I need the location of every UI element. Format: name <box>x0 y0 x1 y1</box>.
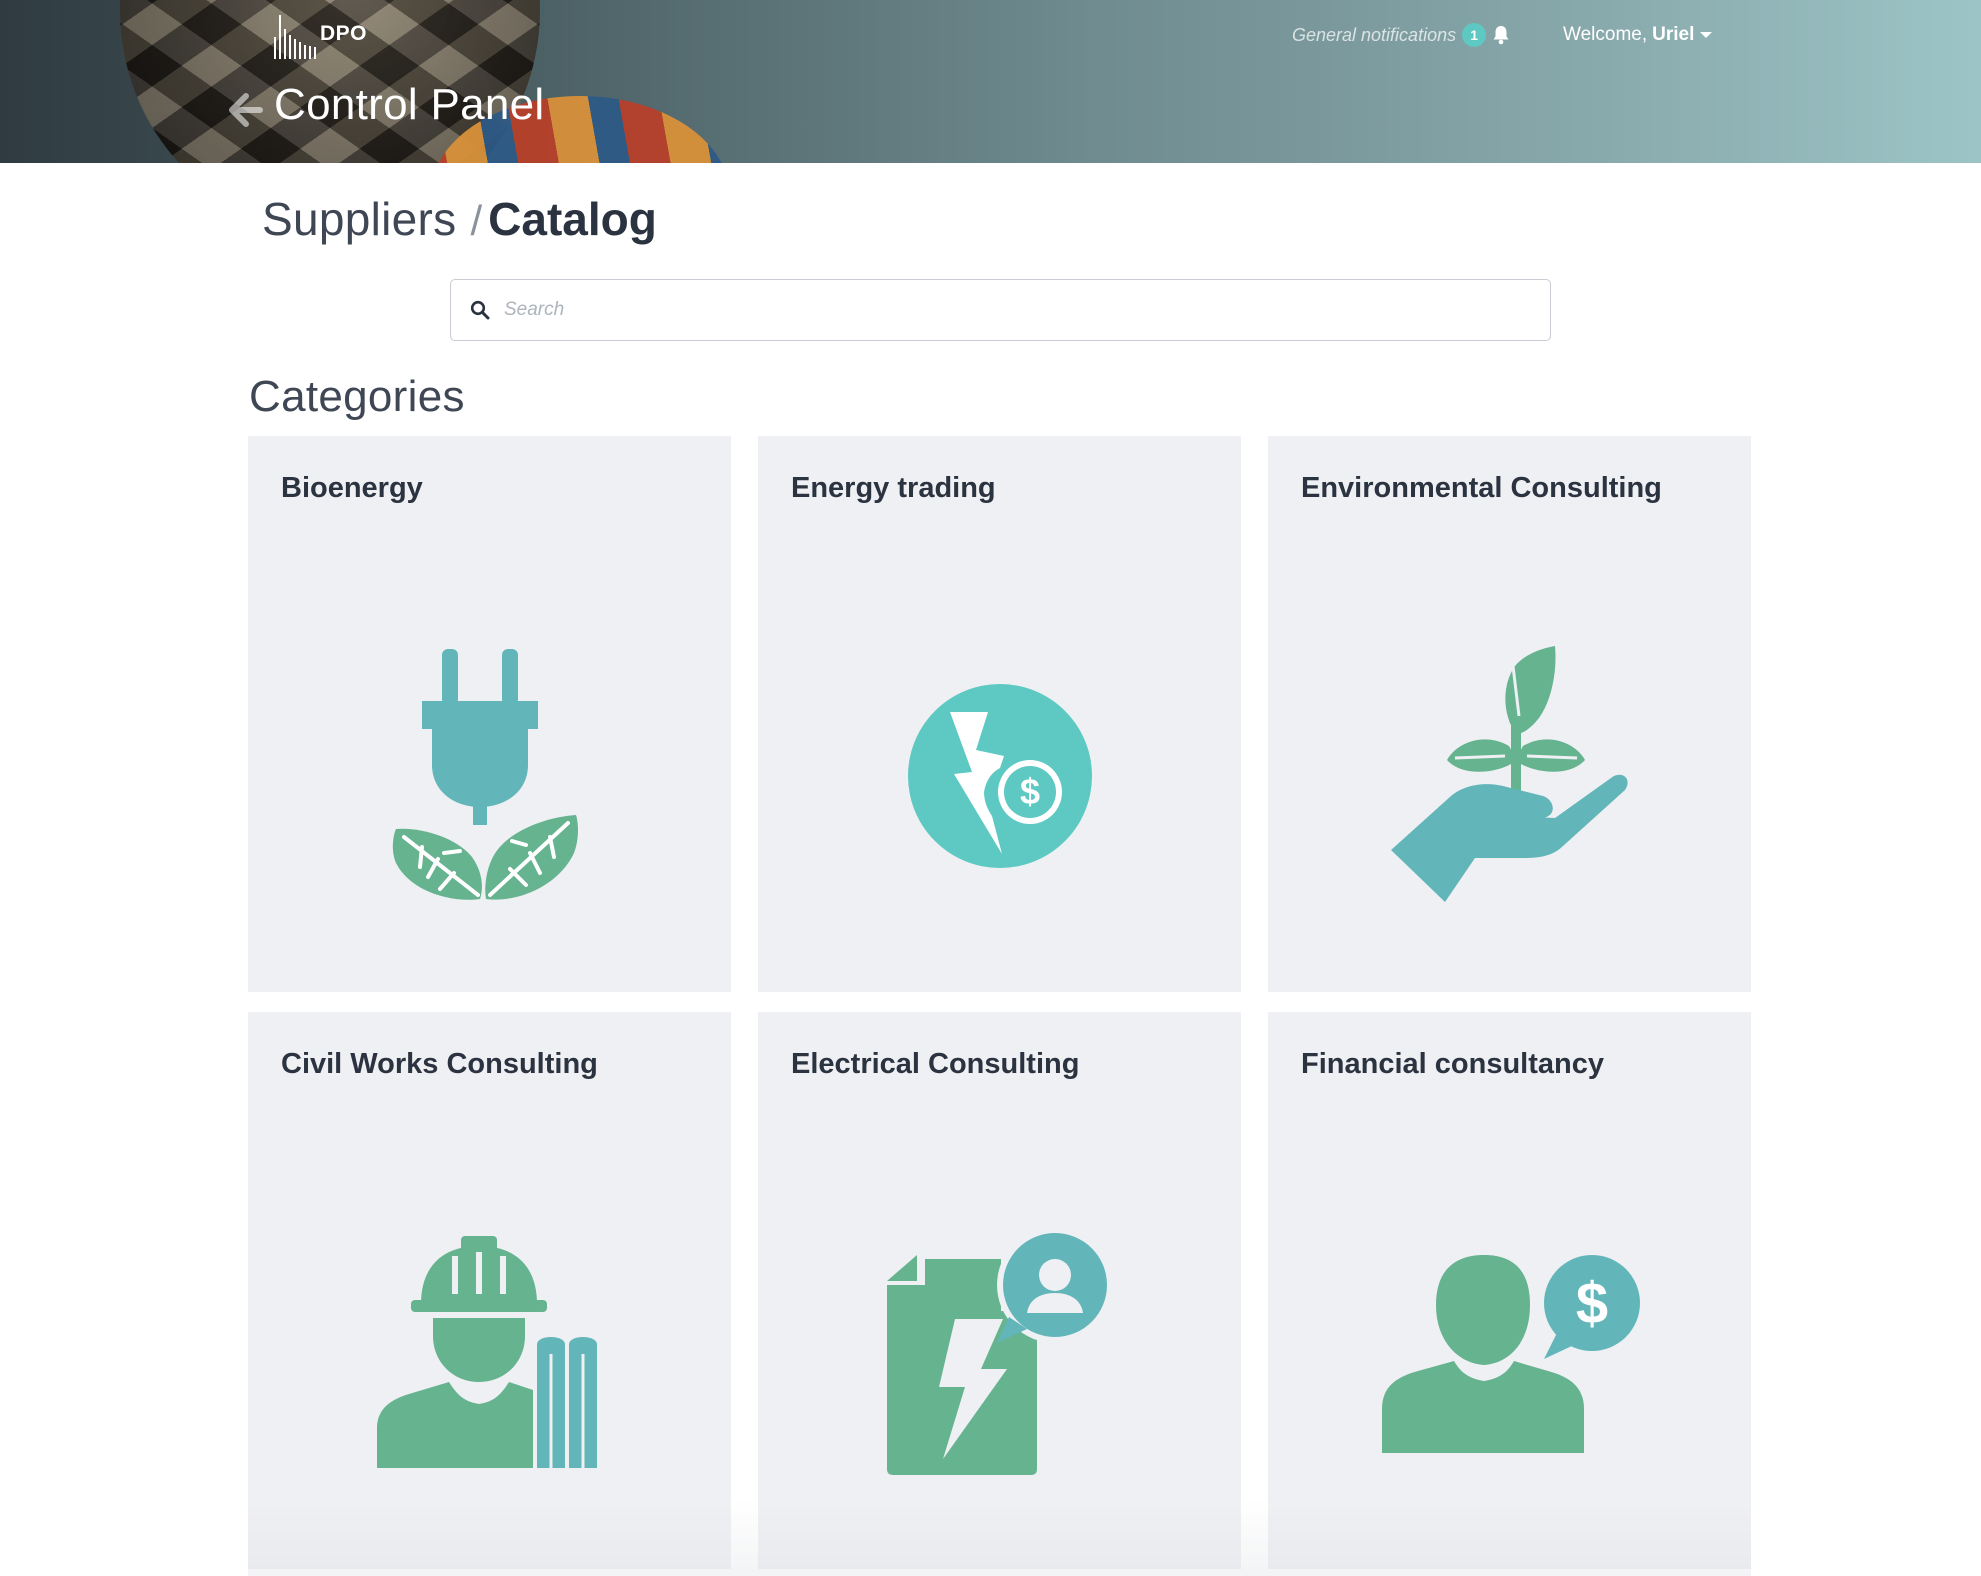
breadcrumb-catalog: Catalog <box>488 193 657 245</box>
bell-icon[interactable] <box>1492 25 1510 45</box>
user-name: Uriel <box>1652 24 1695 45</box>
category-card-civil-works-consulting[interactable]: Civil Works Consulting <box>248 1012 731 1569</box>
category-card-energy-trading[interactable]: Energy trading $ <box>758 436 1241 992</box>
search-box[interactable] <box>450 279 1551 341</box>
page-header-title: Control Panel <box>274 80 545 129</box>
svg-text:$: $ <box>1019 771 1039 812</box>
category-title: Electrical Consulting <box>791 1048 1080 1080</box>
back-arrow-icon[interactable] <box>224 90 264 130</box>
search-input[interactable] <box>504 299 1524 321</box>
dpo-logo[interactable]: DPO <box>274 8 367 60</box>
category-card-electrical-consulting[interactable]: Electrical Consulting <box>758 1012 1241 1569</box>
notifications-label: General notifications <box>1292 24 1457 45</box>
category-title: Energy trading <box>791 472 996 504</box>
lightning-dollar-icon: $ <box>907 684 1092 868</box>
category-title: Financial consultancy <box>1301 1048 1604 1080</box>
general-notifications[interactable]: General notifications 1 <box>1292 20 1510 50</box>
logo-text: DPO <box>320 22 368 45</box>
electric-document-user-icon <box>886 1227 1113 1475</box>
plug-leaves-icon <box>392 649 578 900</box>
hand-sprout-icon <box>1390 646 1628 902</box>
categories-heading: Categories <box>249 372 465 421</box>
category-card-financial-consultancy[interactable]: Financial consultancy $ <box>1268 1012 1751 1569</box>
notifications-count-badge: 1 <box>1462 23 1487 47</box>
logo-bars-icon <box>274 9 316 59</box>
search-icon <box>470 300 490 320</box>
user-menu-dropdown[interactable]: Welcome, Uriel <box>1563 20 1713 50</box>
breadcrumb-separator: / <box>470 197 483 244</box>
category-title: Civil Works Consulting <box>281 1048 598 1080</box>
breadcrumb: Suppliers / Catalog <box>262 192 657 246</box>
category-title: Bioenergy <box>281 472 423 504</box>
svg-text:$: $ <box>1575 1271 1607 1336</box>
category-card-bioenergy[interactable]: Bioenergy <box>248 436 731 992</box>
construction-worker-icon <box>376 1236 597 1468</box>
breadcrumb-suppliers[interactable]: Suppliers <box>262 192 456 246</box>
top-header: DPO Control Panel General notifications … <box>0 0 1981 163</box>
category-card-environmental-consulting[interactable]: Environmental Consulting <box>1268 436 1751 992</box>
category-title: Environmental Consulting <box>1301 472 1662 504</box>
person-dollar-bubble-icon: $ <box>1381 1249 1640 1453</box>
welcome-label: Welcome, <box>1563 24 1648 45</box>
chevron-down-icon <box>1700 32 1713 38</box>
